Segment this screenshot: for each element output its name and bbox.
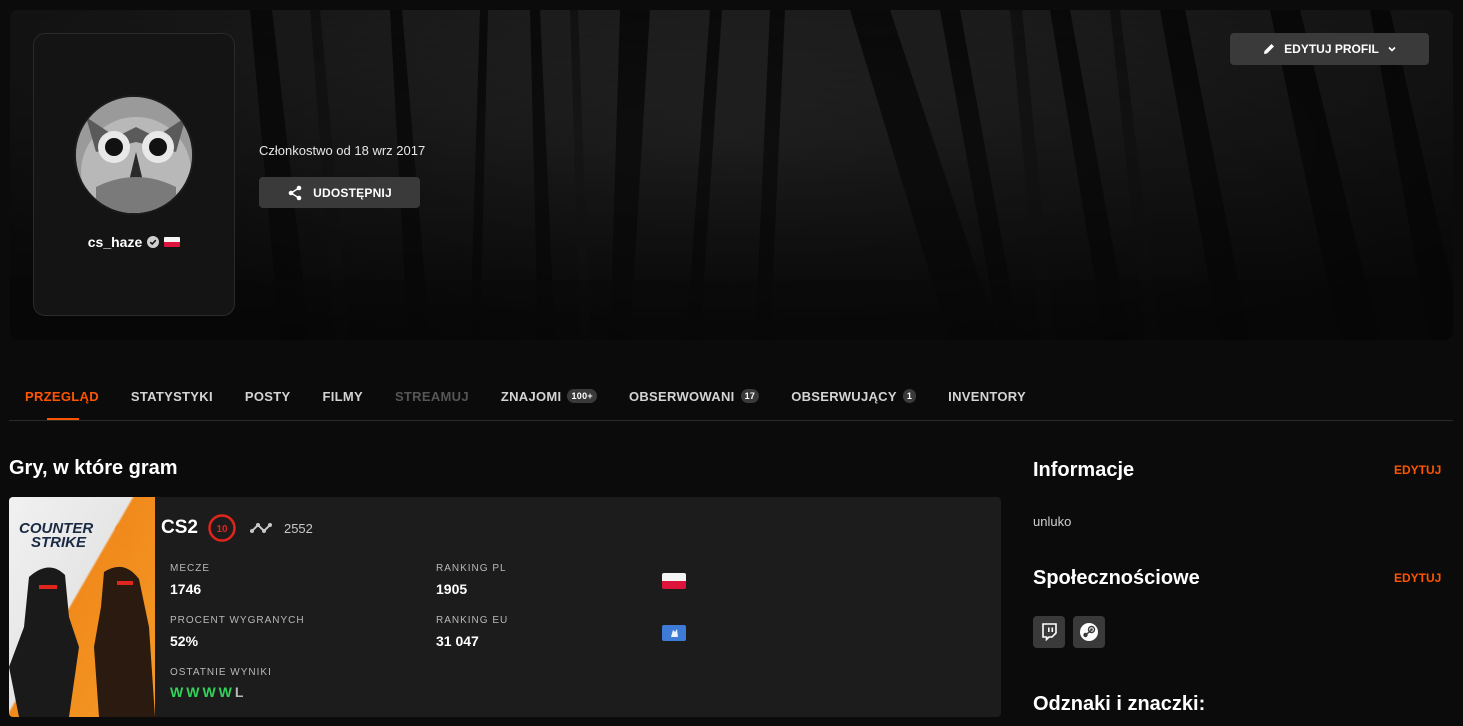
result-item: W (186, 684, 200, 700)
edit-profile-button[interactable]: EDYTUJ PROFIL (1230, 33, 1429, 65)
twitch-button[interactable] (1033, 616, 1065, 648)
share-icon (288, 185, 302, 200)
recent-results: W W W W L (170, 684, 243, 700)
info-title: Informacje (1033, 459, 1135, 481)
result-item: L (234, 684, 244, 700)
tab-posty[interactable]: POSTY (229, 376, 307, 420)
game-card-cs2[interactable]: COUNTER STRIKE 2 (9, 497, 1001, 717)
winrate-value: 52% (170, 633, 199, 649)
profile-card: cs_haze (33, 33, 235, 316)
cs2-cover-image: COUNTER STRIKE 2 (9, 497, 155, 717)
winrate-label: PROCENT WYGRANYCH (170, 615, 305, 626)
tab-inventory[interactable]: INVENTORY (932, 376, 1042, 420)
tab-label: OBSERWOWANI (628, 389, 735, 404)
matches-label: MECZE (170, 563, 210, 574)
games-section-title: Gry, w które gram (9, 457, 178, 479)
tab-statystyki[interactable]: STATYSTYKI (115, 376, 229, 420)
tab-obserwowani[interactable]: OBSERWOWANI 17 (613, 376, 775, 420)
chevron-down-icon (1388, 46, 1396, 52)
tab-label: INVENTORY (948, 389, 1026, 404)
badges-title: Odznaki i znaczki: (1033, 693, 1206, 715)
tab-label: STATYSTYKI (130, 389, 213, 404)
share-button[interactable]: UDOSTĘPNIJ (259, 177, 420, 208)
tab-label: PRZEGLĄD (25, 389, 99, 404)
twitch-icon (1042, 623, 1057, 641)
profile-tabs: PRZEGLĄD STATYSTYKI POSTY FILMY STREAMUJ… (9, 376, 1453, 421)
elo-icon (249, 523, 272, 533)
tab-przeglad[interactable]: PRZEGLĄD (9, 376, 115, 420)
followers-count-badge: 1 (902, 389, 917, 403)
ranking-eu-value: 31 047 (436, 633, 479, 649)
social-edit-link[interactable]: EDYTUJ (1394, 571, 1441, 585)
tab-label: ZNAJOMI (500, 389, 562, 404)
following-count-badge: 17 (740, 389, 760, 403)
tab-label: OBSERWUJĄCY (791, 389, 897, 404)
username: cs_haze (87, 234, 143, 250)
owl-avatar-image (76, 97, 192, 213)
steam-button[interactable] (1073, 616, 1105, 648)
tab-label: FILMY (322, 389, 363, 404)
ranking-pl-label: RANKING PL (436, 563, 507, 574)
poland-flag-icon[interactable] (662, 573, 686, 589)
tab-label: STREAMUJ (394, 389, 469, 404)
social-title: Społecznościowe (1033, 567, 1200, 589)
edit-profile-label: EDYTUJ PROFIL (1284, 42, 1379, 56)
result-item: W (202, 684, 216, 700)
share-label: UDOSTĘPNIJ (313, 185, 392, 200)
matches-value: 1746 (170, 581, 202, 597)
result-item: W (218, 684, 232, 700)
friends-count-badge: 100+ (567, 389, 597, 403)
info-edit-link[interactable]: EDYTUJ (1394, 463, 1441, 477)
elo-value: 2552 (283, 520, 313, 536)
tab-obserwujacy[interactable]: OBSERWUJĄCY 1 (775, 376, 932, 420)
tab-streamuj: STREAMUJ (379, 376, 485, 420)
avatar[interactable] (74, 95, 194, 215)
steam-icon (1080, 623, 1098, 641)
cover-text-line2: STRIKE (31, 534, 87, 551)
recent-results-label: OSTATNIE WYNIKI (170, 667, 272, 678)
tab-label: POSTY (244, 389, 291, 404)
result-item: W (170, 684, 184, 700)
ranking-eu-label: RANKING EU (436, 615, 509, 626)
europe-region-icon[interactable] (662, 625, 686, 641)
tab-filmy[interactable]: FILMY (306, 376, 379, 420)
skill-level-badge: 10 (208, 514, 236, 542)
poland-flag-icon (164, 237, 181, 247)
membership-date: Członkostwo od 18 wrz 2017 (259, 143, 426, 158)
game-name: CS2 (161, 517, 198, 538)
info-text: unluko (1033, 514, 1072, 529)
ranking-pl-value: 1905 (436, 581, 468, 597)
pencil-icon (1264, 44, 1275, 54)
cover-number: 2 (112, 517, 132, 555)
level-value: 10 (216, 524, 228, 535)
verified-icon (147, 236, 160, 248)
tab-znajomi[interactable]: ZNAJOMI 100+ (485, 376, 613, 420)
